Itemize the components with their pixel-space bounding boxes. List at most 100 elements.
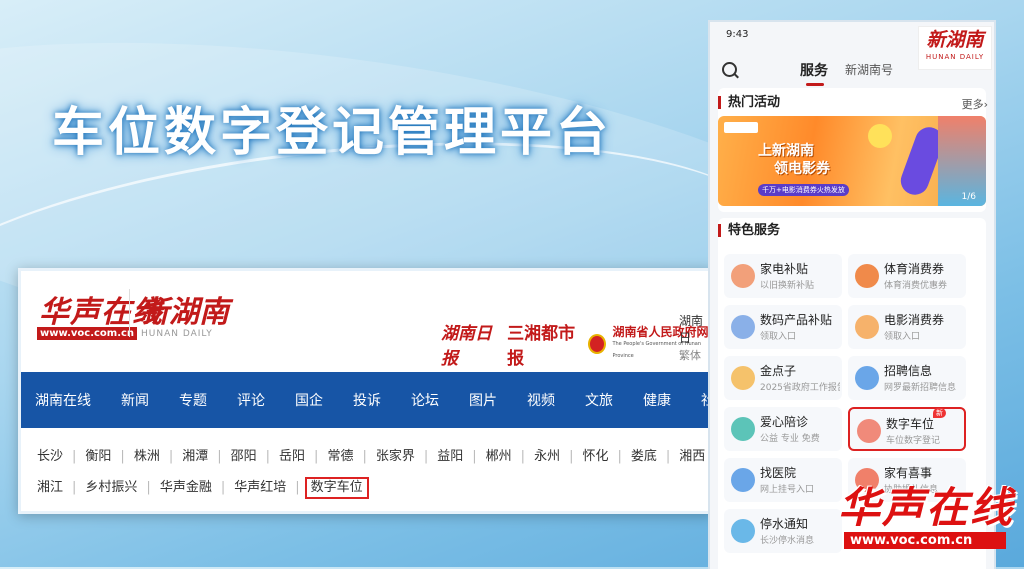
- service-title: 体育消费券: [884, 262, 945, 276]
- subnav-separator: |: [146, 480, 151, 495]
- service-title: 招聘信息: [884, 364, 933, 378]
- subnav-item[interactable]: 郴州: [482, 441, 516, 472]
- subnav-item[interactable]: 华声金融: [156, 472, 216, 503]
- service-item[interactable]: 体育消费券体育消费优惠券: [848, 254, 966, 298]
- service-item[interactable]: 找医院 网上挂号入口: [724, 458, 842, 502]
- logo-divider: [129, 289, 130, 337]
- subnav-item[interactable]: 常德: [323, 441, 357, 472]
- partner-logos: 湖南日报 三湘都市报 湖南省人民政府网 The People's Governm…: [441, 319, 711, 369]
- region-subnav: 长沙 | 衡阳 | 株洲 | 湘潭 | 邵阳 | 岳阳 | 常德 | 张家界 | 益阳 | 郴州 | 永州 | 怀化 | 娄底 |…: [33, 441, 711, 503]
- service-icon: [731, 366, 755, 390]
- service-icon: [857, 419, 881, 443]
- banner-decoration: [868, 124, 892, 148]
- subnav-separator: |: [362, 449, 367, 464]
- nav-item[interactable]: 健康: [643, 390, 671, 410]
- service-icon: [855, 264, 879, 288]
- subnav-item-digital-parking[interactable]: 数字车位: [304, 476, 369, 499]
- page-headline: 车位数字登记管理平台: [52, 103, 613, 163]
- hot-activity-title: 热门活动: [718, 96, 780, 109]
- subnav-item[interactable]: 娄底: [627, 441, 661, 472]
- service-subtitle: 领取入口: [760, 332, 797, 342]
- subnav-item[interactable]: 永州: [530, 441, 564, 472]
- nav-item[interactable]: 投诉: [353, 390, 381, 410]
- subnav-item[interactable]: 长沙: [33, 441, 67, 472]
- voc-url[interactable]: www.voc.com.cn: [37, 327, 138, 340]
- service-item[interactable]: 家电补贴 以旧换新补贴: [724, 254, 842, 298]
- banner-line2: 领电影券: [774, 161, 830, 177]
- hunan-daily-label: HUNAN DAILY: [141, 329, 213, 339]
- nav-item[interactable]: 专题: [179, 390, 207, 410]
- new-badge: 新: [933, 408, 946, 418]
- nav-item[interactable]: 视频: [527, 390, 555, 410]
- subnav-separator: |: [265, 449, 271, 464]
- banner-line1: 上新湖南: [758, 143, 814, 159]
- service-subtitle: 体育消费优惠券: [884, 281, 948, 291]
- national-emblem-icon: [588, 334, 607, 354]
- subnav-row-1: 长沙 | 衡阳 | 株洲 | 湘潭 | 邵阳 | 岳阳 | 常德 | 张家界 | 益阳 | 郴州 | 永州 | 怀化 | 娄底 |…: [33, 441, 711, 472]
- service-title: 家电补贴: [760, 262, 809, 276]
- more-label: 更多: [961, 98, 984, 111]
- partner-sanxiang[interactable]: 三湘都市报: [507, 319, 582, 369]
- tab-service[interactable]: 服务: [800, 60, 828, 86]
- subnav-separator: |: [217, 449, 222, 464]
- subnav-item[interactable]: 邵阳: [227, 441, 261, 472]
- service-subtitle: 公益 专业 免费: [760, 434, 820, 444]
- service-item[interactable]: 爱心陪诊公益 专业 免费: [724, 407, 842, 451]
- nav-item[interactable]: 图片: [469, 390, 497, 410]
- subnav-item[interactable]: 湘江: [33, 472, 67, 503]
- phone-logo-sub: HUNAN DAILY: [925, 53, 985, 61]
- banner-small: 千万+电影消费券火热发放: [758, 184, 849, 196]
- service-item[interactable]: 数字车位 车位数字登记 新: [848, 407, 966, 451]
- service-subtitle: 2025省政府工作报告: [760, 383, 840, 393]
- chevron-right-icon: ›: [983, 98, 988, 111]
- website-panel: 华声在线 www.voc.com.cn 新湖南 HUNAN DAILY 湖南日报…: [18, 268, 714, 514]
- nav-item[interactable]: 国企: [295, 390, 323, 410]
- service-title: 数码产品补贴: [760, 313, 833, 327]
- xhn-logo[interactable]: 新湖南: [139, 287, 229, 331]
- traditional-chinese-link[interactable]: 繁体: [679, 347, 711, 364]
- nav-item[interactable]: 文旅: [585, 390, 613, 410]
- nav-item[interactable]: 新闻: [121, 390, 149, 410]
- subnav-item[interactable]: 岳阳: [275, 441, 309, 472]
- subnav-item[interactable]: 乡村振兴: [81, 472, 141, 503]
- service-item[interactable]: 停水通知长沙停水消息: [724, 509, 842, 553]
- service-item[interactable]: 数码产品补贴领取入口: [724, 305, 842, 349]
- nav-item[interactable]: 论坛: [411, 390, 439, 410]
- service-title: 家有喜事: [884, 466, 933, 480]
- nav-item[interactable]: 评论: [237, 390, 265, 410]
- subnav-item[interactable]: 株洲: [130, 441, 164, 472]
- corner-logo-url: www.voc.com.cn: [844, 532, 1006, 549]
- activity-banner[interactable]: 上新湖南 领电影券 千万+电影消费券火热发放 1/6: [718, 116, 986, 206]
- tab-xhn-account[interactable]: 新湖南号: [845, 61, 893, 78]
- subnav-row-2: 湘江 | 乡村振兴 | 华声金融 | 华声红培 | 数字车位: [33, 472, 711, 503]
- service-title: 停水通知: [760, 517, 809, 531]
- service-item[interactable]: 金点子 2025省政府工作报告: [724, 356, 842, 400]
- service-icon: [731, 519, 755, 543]
- partner-hunan-daily[interactable]: 湖南日报: [441, 319, 501, 369]
- service-item[interactable]: 电影消费券 领取入口: [848, 305, 966, 349]
- service-item[interactable]: 招聘信息 网罗最新招聘信息: [848, 356, 966, 400]
- service-icon: [731, 264, 755, 288]
- subnav-separator: |: [569, 449, 574, 464]
- subnav-separator: |: [295, 480, 300, 495]
- service-icon: [855, 366, 879, 390]
- subnav-item[interactable]: 湘西: [675, 441, 709, 472]
- service-title: 爱心陪诊: [760, 415, 809, 429]
- site-header-right: 湖南日 繁体: [679, 313, 711, 364]
- site-right-link[interactable]: 湖南日: [679, 313, 711, 347]
- service-subtitle: 长沙停水消息: [760, 536, 815, 546]
- service-title: 找医院: [760, 466, 797, 480]
- banner-tag: [724, 122, 758, 133]
- subnav-item[interactable]: 华声红培: [230, 472, 290, 503]
- more-link[interactable]: 更多›: [962, 96, 988, 112]
- subnav-separator: |: [168, 449, 174, 464]
- service-title: 电影消费券: [884, 313, 945, 327]
- service-icon: [855, 315, 879, 339]
- subnav-item[interactable]: 怀化: [578, 441, 612, 472]
- subnav-item[interactable]: 衡阳: [81, 441, 115, 472]
- subnav-item[interactable]: 湘潭: [178, 441, 212, 472]
- subnav-item[interactable]: 益阳: [433, 441, 467, 472]
- nav-item[interactable]: 湖南在线: [35, 390, 91, 410]
- subnav-item[interactable]: 张家界: [372, 441, 419, 472]
- search-icon[interactable]: [722, 62, 737, 77]
